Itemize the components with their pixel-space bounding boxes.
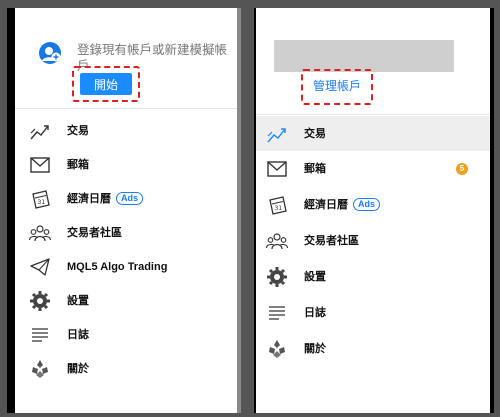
ads-badge: Ads [353, 198, 381, 211]
start-highlight-box: 開始 [72, 66, 140, 102]
menu-item-economic-calendar[interactable]: 31 經濟日曆 Ads [256, 188, 490, 222]
journal-icon [269, 306, 285, 320]
manage-accounts-link[interactable]: 管理帳戶 [313, 78, 361, 94]
trade-chart-icon [30, 125, 49, 140]
mail-icon [30, 157, 50, 173]
menu-item-trade[interactable]: 交易 [15, 114, 237, 148]
menu-item-mql5-algo-trading[interactable]: MQL5 Algo Trading [15, 250, 237, 284]
menu-label: 郵箱 [304, 163, 326, 175]
unread-count-badge: 5 [456, 163, 468, 175]
menu-label: 交易者社區 [67, 227, 122, 239]
menu-label: 交易者社區 [304, 235, 359, 247]
menu-label: MQL5 Algo Trading [67, 261, 168, 273]
ads-badge: Ads [116, 192, 144, 205]
trade-chart-icon [267, 128, 286, 143]
menu-label: 經濟日曆 Ads [67, 192, 144, 206]
mail-icon [267, 161, 287, 177]
menu-item-economic-calendar[interactable]: 31 經濟日曆 Ads [15, 182, 237, 216]
community-icon [266, 233, 288, 250]
telegram-icon [30, 258, 50, 276]
left-panel-edge [237, 8, 241, 413]
menu-item-mail[interactable]: 郵箱 [15, 148, 237, 182]
gear-icon [267, 267, 287, 287]
community-icon [29, 225, 51, 242]
header-divider [256, 114, 490, 115]
start-button[interactable]: 開始 [80, 73, 132, 95]
menu-label: 關於 [67, 363, 89, 375]
menu-label: 日誌 [67, 329, 89, 341]
calendar-icon: 31 [32, 190, 50, 209]
journal-icon [32, 328, 48, 342]
menu-label: 日誌 [304, 307, 326, 319]
svg-text:31: 31 [275, 205, 283, 212]
menu-label: 交易 [67, 125, 89, 137]
header-divider [15, 108, 237, 109]
menu-item-about[interactable]: 關於 [256, 332, 490, 366]
menu-label: 關於 [304, 343, 326, 355]
about-logo-icon [269, 340, 285, 358]
menu-item-settings[interactable]: 設置 [256, 260, 490, 294]
menu-item-settings[interactable]: 設置 [15, 284, 237, 318]
menu-item-journal[interactable]: 日誌 [256, 296, 490, 330]
menu-item-traders-community[interactable]: 交易者社區 [15, 216, 237, 250]
calendar-icon: 31 [269, 196, 287, 215]
menu-item-traders-community[interactable]: 交易者社區 [256, 224, 490, 258]
account-info-redacted [274, 40, 454, 72]
about-logo-icon [32, 360, 48, 378]
menu-label: 經濟日曆 Ads [304, 198, 381, 212]
menu-item-journal[interactable]: 日誌 [15, 318, 237, 352]
gear-icon [30, 291, 50, 311]
menu-label: 設置 [67, 295, 89, 307]
svg-text:31: 31 [38, 199, 46, 206]
menu-item-trade[interactable]: 交易 [256, 116, 490, 151]
menu-label: 郵箱 [67, 159, 89, 171]
avatar-add-icon[interactable] [39, 42, 61, 64]
menu-item-about[interactable]: 關於 [15, 352, 237, 386]
left-navigation-drawer: 登錄現有帳戶或新建模擬帳戶 開始 交易 郵箱 31 經濟日曆 Ads 交易者社區… [7, 8, 237, 413]
manage-accounts-highlight-box: 管理帳戶 [301, 69, 373, 105]
menu-item-mail[interactable]: 郵箱 5 [256, 152, 490, 186]
menu-label: 設置 [304, 271, 326, 283]
right-navigation-drawer: 管理帳戶 交易 郵箱 5 31 經濟日曆 Ads 交易者社區 設置 日誌 關於 [254, 8, 494, 413]
menu-label: 交易 [304, 128, 326, 140]
